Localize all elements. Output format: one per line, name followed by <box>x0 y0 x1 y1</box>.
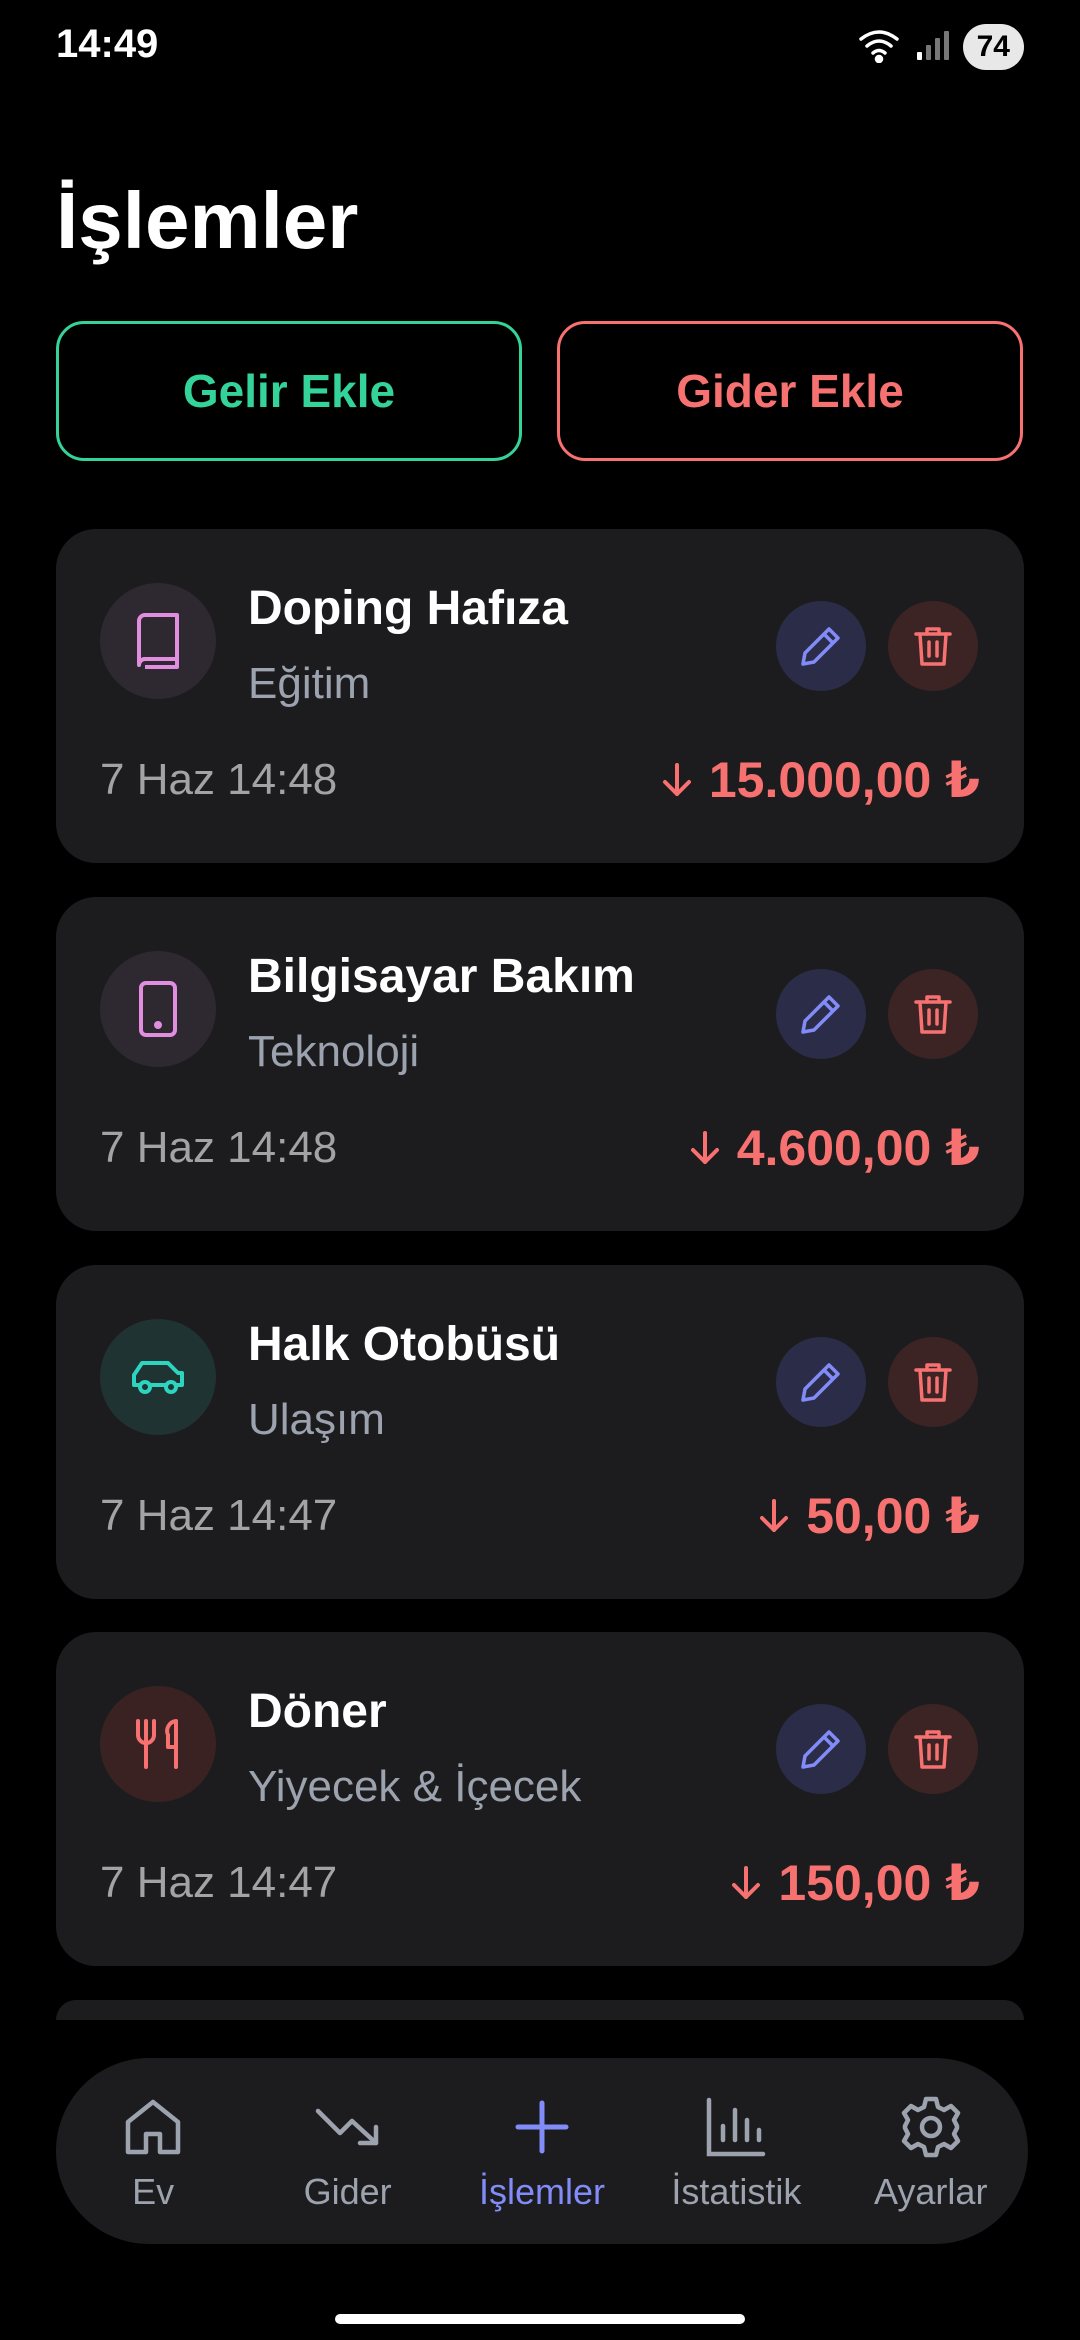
pencil-icon <box>801 627 840 666</box>
transaction-amount: 15.000,00 ₺ <box>661 751 980 809</box>
pencil-icon <box>801 995 840 1034</box>
transaction-date: 7 Haz 14:48 <box>100 755 338 804</box>
transaction-category: Eğitim <box>248 659 371 708</box>
edit-button[interactable] <box>776 969 866 1059</box>
amount-value: 50,00 ₺ <box>806 1488 980 1544</box>
edit-button[interactable] <box>776 601 866 691</box>
nav-item-statistics[interactable]: İstatistik <box>646 2089 826 2213</box>
bottom-nav: Ev Gider İşlemler İstatistik Ayarlar <box>56 2058 1028 2244</box>
gear-icon <box>899 2089 963 2165</box>
amount-value: 4.600,00 ₺ <box>736 1120 980 1176</box>
status-icons: 74 <box>857 24 1024 70</box>
amount-value: 15.000,00 ₺ <box>708 752 980 808</box>
transaction-card-partial <box>56 2000 1024 2020</box>
transaction-title: Halk Otobüsü <box>248 1318 561 1371</box>
transaction-category: Ulaşım <box>248 1395 385 1444</box>
transaction-card[interactable]: Doping Hafıza Eğitim 7 Haz 14:48 15.000,… <box>56 529 1024 863</box>
transaction-category: Yiyecek & İçecek <box>248 1762 582 1811</box>
home-indicator[interactable] <box>335 2314 745 2324</box>
status-time: 14:49 <box>56 22 159 66</box>
transaction-card[interactable]: Bilgisayar Bakım Teknoloji 7 Haz 14:48 4… <box>56 897 1024 1231</box>
arrow-down-icon <box>732 1866 761 1899</box>
arrow-down-icon <box>690 1131 719 1164</box>
nav-label: Ev <box>132 2171 175 2212</box>
nav-item-home[interactable]: Ev <box>63 2089 243 2213</box>
transaction-title: Döner <box>248 1685 387 1738</box>
trash-icon <box>914 995 952 1034</box>
transaction-date: 7 Haz 14:48 <box>100 1123 338 1172</box>
battery-icon: 74 <box>962 24 1024 70</box>
transaction-amount: 50,00 ₺ <box>758 1487 980 1545</box>
book-icon <box>100 583 216 699</box>
pencil-icon <box>801 1730 840 1769</box>
trending-down-icon <box>314 2089 382 2165</box>
wifi-icon <box>857 27 901 68</box>
trash-icon <box>914 1730 952 1769</box>
nav-label: Ayarlar <box>874 2171 988 2212</box>
amount-value: 150,00 ₺ <box>778 1855 980 1911</box>
transaction-category: Teknoloji <box>248 1027 420 1076</box>
transaction-date: 7 Haz 14:47 <box>100 1858 338 1907</box>
arrow-down-icon <box>662 763 691 796</box>
arrow-down-icon <box>760 1499 789 1532</box>
device-icon <box>100 951 216 1067</box>
signal-icon <box>915 28 949 67</box>
transaction-title: Doping Hafıza <box>248 582 568 635</box>
trash-icon <box>914 627 952 666</box>
transaction-title: Bilgisayar Bakım <box>248 950 635 1003</box>
nav-label: İşlemler <box>478 2171 605 2212</box>
delete-button[interactable] <box>888 1337 978 1427</box>
add-income-button[interactable]: Gelir Ekle <box>56 321 522 461</box>
transaction-amount: 150,00 ₺ <box>730 1854 980 1912</box>
delete-button[interactable] <box>888 1704 978 1794</box>
nav-item-transactions[interactable]: İşlemler <box>452 2089 632 2213</box>
plus-icon <box>514 2089 570 2165</box>
edit-button[interactable] <box>776 1704 866 1794</box>
add-expense-button[interactable]: Gider Ekle <box>557 321 1023 461</box>
bar-chart-icon <box>705 2089 767 2165</box>
nav-label: Gider <box>303 2171 392 2212</box>
transaction-amount: 4.600,00 ₺ <box>689 1119 980 1177</box>
delete-button[interactable] <box>888 969 978 1059</box>
transaction-date: 7 Haz 14:47 <box>100 1491 338 1540</box>
utensils-icon <box>100 1686 216 1802</box>
pencil-icon <box>801 1363 840 1402</box>
status-bar: 14:49 74 <box>0 0 1080 95</box>
car-icon <box>100 1319 216 1435</box>
nav-item-settings[interactable]: Ayarlar <box>841 2089 1021 2213</box>
transaction-card[interactable]: Döner Yiyecek & İçecek 7 Haz 14:47 150,0… <box>56 1632 1024 1966</box>
delete-button[interactable] <box>888 601 978 691</box>
home-icon <box>122 2089 184 2165</box>
trash-icon <box>914 1363 952 1402</box>
transaction-card[interactable]: Halk Otobüsü Ulaşım 7 Haz 14:47 50,00 ₺ <box>56 1265 1024 1599</box>
edit-button[interactable] <box>776 1337 866 1427</box>
page-title: İşlemler <box>56 176 359 265</box>
nav-item-expense[interactable]: Gider <box>258 2089 438 2213</box>
nav-label: İstatistik <box>671 2171 802 2212</box>
